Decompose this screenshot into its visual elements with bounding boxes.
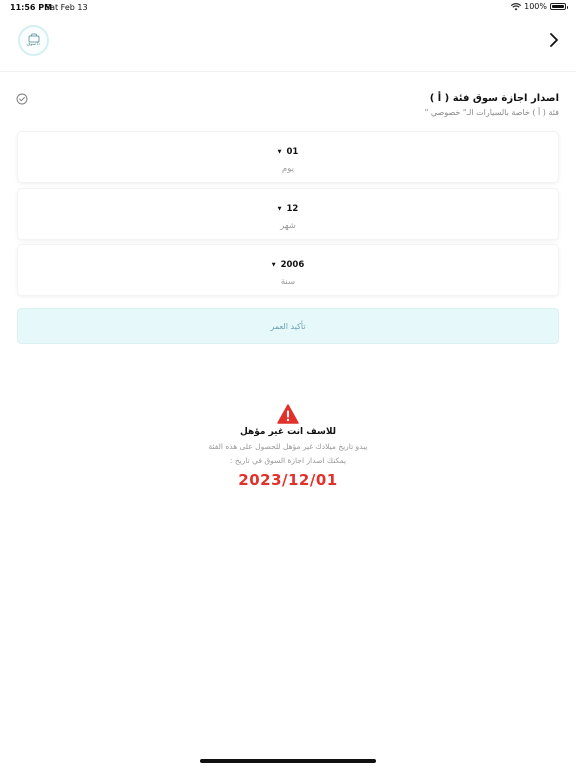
battery-icon xyxy=(550,3,568,10)
caret-down-icon: ▼ xyxy=(277,206,282,212)
month-picker-value-row: ▼ 12 xyxy=(18,204,558,214)
month-picker[interactable]: ▼ 12 شهر xyxy=(17,188,559,240)
day-value: 01 xyxy=(286,147,299,157)
status-date: Sat Feb 13 xyxy=(45,3,88,12)
chevron-right-icon[interactable] xyxy=(546,32,562,48)
status-right: 100% xyxy=(511,2,568,11)
day-picker[interactable]: ▼ 01 يوم xyxy=(17,131,559,183)
page-title: اصدار اجازة سوق فئة ( أ ) xyxy=(429,93,559,104)
check-circle-icon xyxy=(16,93,28,105)
year-label: سنة xyxy=(280,277,296,287)
month-label: شهر xyxy=(280,221,296,231)
day-label: يوم xyxy=(281,164,295,174)
wifi-icon xyxy=(511,2,522,10)
warning-message: يبدو تاريخ ميلادك غير مؤهل للحصول على هذ… xyxy=(208,442,368,451)
battery-fill xyxy=(552,5,564,8)
month-value: 12 xyxy=(286,204,299,214)
confirm-age-button[interactable]: تأكيد العمر xyxy=(17,308,559,344)
year-picker-value-row: ▼ 2006 xyxy=(18,260,558,270)
status-bar: 11:56 PM Sat Feb 13 100% xyxy=(0,0,576,14)
caret-down-icon: ▼ xyxy=(277,149,282,155)
warning-message-date-intro: يمكنك اصدار اجازة السوق في تاريخ : xyxy=(229,456,347,465)
year-value: 2006 xyxy=(280,260,305,270)
year-picker[interactable]: ▼ 2006 سنة xyxy=(17,244,559,296)
warning-title: للاسف انت غير مؤهل xyxy=(239,427,337,437)
home-indicator[interactable] xyxy=(200,759,376,763)
app-logo: ذا سوق xyxy=(18,25,49,56)
battery-percent: 100% xyxy=(524,2,547,11)
warning-icon xyxy=(277,404,299,424)
page-subtitle: فئة ( أ ) خاصة بالسيارات الـ" خصوصي " xyxy=(424,108,559,117)
header: ذا سوق xyxy=(0,14,576,72)
eligible-date: 2023/12/01 xyxy=(238,471,338,489)
day-picker-value-row: ▼ 01 xyxy=(18,147,558,157)
logo-text: ذا سوق xyxy=(27,41,40,46)
caret-down-icon: ▼ xyxy=(271,262,276,268)
